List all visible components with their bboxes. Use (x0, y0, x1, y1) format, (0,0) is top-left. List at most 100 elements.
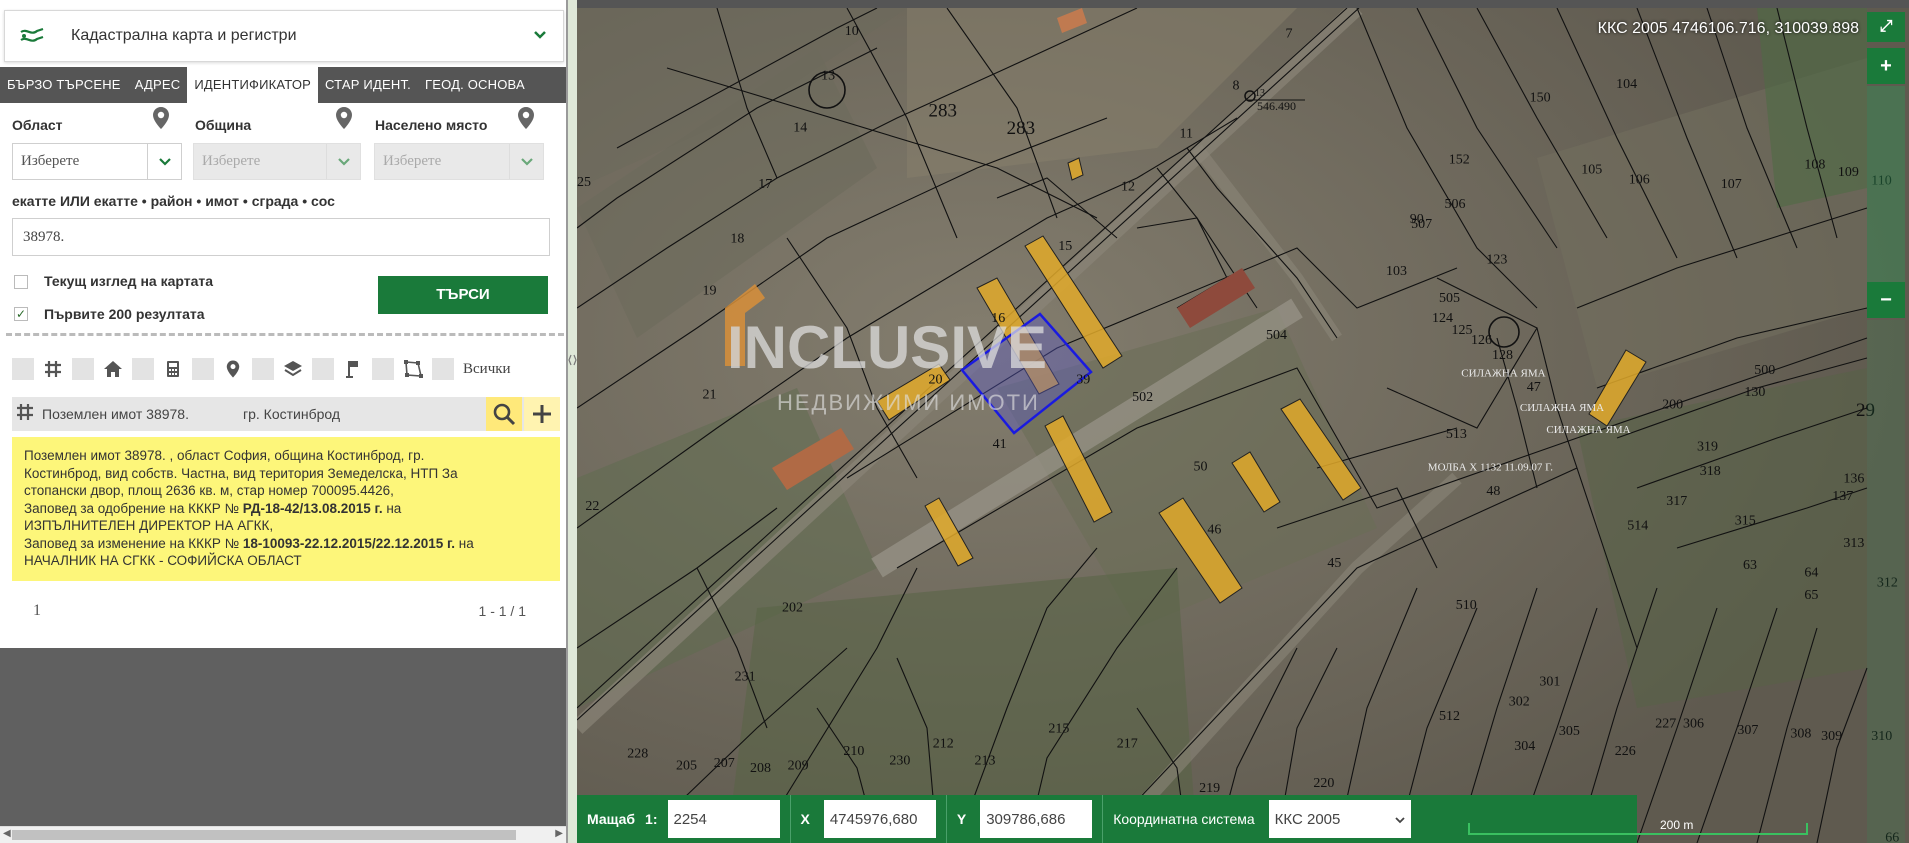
parcel-number-label: 213 (975, 754, 996, 769)
scroll-right-icon[interactable]: ▶ (555, 828, 563, 839)
naseleno-select[interactable]: Изберете (374, 143, 544, 180)
oblast-select[interactable]: Изберете (12, 143, 182, 180)
parcel-number-label: 13 (821, 68, 835, 83)
tab-address[interactable]: АДРЕС (128, 67, 188, 103)
tab-old-identifier[interactable]: СТАР ИДЕНТ. (318, 67, 418, 103)
y-coordinate-input[interactable]: 309786,686 (980, 800, 1093, 838)
y-label: Y (956, 811, 967, 827)
watermark-text: INCLUSIVE (727, 314, 1047, 381)
search-icon (493, 403, 516, 426)
parcel-number-label: 217 (1117, 736, 1138, 751)
grid-icon (39, 357, 67, 381)
oblast-label: Област (12, 117, 63, 133)
parcel-number-label: 202 (782, 600, 803, 615)
scroll-left-icon[interactable]: ◀ (3, 828, 11, 839)
app-header[interactable]: Кадастрална карта и регистри (4, 10, 564, 62)
fullscreen-icon[interactable]: ⤢ (1867, 12, 1905, 42)
zoom-out-button[interactable]: − (1867, 282, 1905, 318)
scrollbar-thumb[interactable] (12, 830, 516, 840)
crs-select[interactable]: ККС 2005 (1268, 800, 1411, 838)
result-title: Поземлен имот 38978. гр. Костинброд (42, 406, 341, 422)
building-label: МОЛБА Х 1132 11.09.07 Г. (1428, 461, 1553, 473)
identifier-input[interactable]: 38978. (12, 218, 550, 256)
first200-checkbox[interactable]: ✓ (14, 307, 28, 321)
parcel-number-label: 15 (1058, 239, 1072, 254)
parcel-number-label: 39 (1076, 373, 1090, 388)
polygon-icon (399, 357, 427, 381)
parcel-number-label: 315 (1735, 514, 1756, 529)
zoom-slider[interactable] (1867, 86, 1905, 282)
panel-splitter[interactable] (568, 0, 577, 843)
parcel-number-label: 210 (843, 744, 864, 759)
chevron-down-icon (509, 144, 543, 179)
layer-checkbox-calculator[interactable] (132, 358, 154, 380)
parcel-number-label: 103 (1386, 264, 1407, 279)
x-label: X (800, 811, 810, 827)
parcel-number-label: 108 (1804, 157, 1825, 172)
obshtina-select[interactable]: Изберете (193, 143, 361, 180)
divider (6, 333, 564, 336)
layer-checkbox-layers[interactable] (252, 358, 274, 380)
chevron-down-icon[interactable] (533, 27, 563, 45)
horizontal-scrollbar[interactable]: ◀ ▶ (0, 826, 566, 843)
parcel-number-label: 106 (1629, 172, 1650, 187)
parcel-number-label: 50 (1194, 459, 1208, 474)
parcel-number-label: 125 (1452, 323, 1473, 338)
parcel-number-label: 506 (1445, 197, 1466, 212)
parcel-number-label: 208 (750, 761, 771, 776)
zoom-to-result-button[interactable] (486, 397, 522, 431)
zoom-in-button[interactable]: + (1867, 48, 1905, 84)
building-label: СИЛАЖНА ЯМА (1520, 402, 1604, 414)
search-tabs: БЪРЗО ТЪРСЕНЕ АДРЕС ИДЕНТИФИКАТОР СТАР И… (0, 67, 566, 103)
tab-quick-search[interactable]: БЪРЗО ТЪРСЕНЕ (0, 67, 128, 103)
tab-identifier[interactable]: ИДЕНТИФИКАТОР (187, 67, 319, 103)
scale-bar-text: 200 m (1660, 818, 1694, 832)
current-view-checkbox[interactable] (14, 275, 28, 289)
layer-checkbox-home[interactable] (72, 358, 94, 380)
parcel-number-label: 226 (1615, 744, 1636, 759)
parcel-number-label: 301 (1539, 675, 1560, 690)
layer-checkbox-all[interactable] (432, 358, 454, 380)
map-pin-icon[interactable] (152, 106, 170, 130)
tab-geodetic-base[interactable]: ГЕОД. ОСНОВА (418, 67, 532, 103)
parcel-number-label: 507 (1411, 217, 1432, 232)
layer-checkbox-flag[interactable] (312, 358, 334, 380)
layer-checkbox-pin[interactable] (192, 358, 214, 380)
scale-label: Мащаб (587, 811, 636, 827)
search-button[interactable]: ТЪРСИ (378, 276, 548, 314)
parcel-number-label: 230 (889, 754, 910, 769)
parcel-number-label: 307 (1737, 723, 1758, 738)
parcel-number-label: 126 (1471, 333, 1492, 348)
map-view[interactable]: 546.490 13 10 7 13 283 8 14 283 11 150 104 152 105 1… (577, 8, 1909, 843)
x-coordinate-input[interactable]: 4745976,680 (823, 800, 936, 838)
parcel-number-label: 283 (1007, 118, 1036, 139)
parcel-number-label: 123 (1486, 253, 1507, 268)
survey-icon (19, 26, 47, 46)
page-number[interactable]: 1 (33, 602, 41, 620)
parcel-number-label: 137 (1832, 489, 1853, 504)
parcel-number-label: 219 (1199, 781, 1220, 796)
cadastral-map[interactable]: 546.490 13 10 713283814 283 111501041521051… (577, 8, 1909, 843)
layer-checkbox-polygon[interactable] (372, 358, 394, 380)
parcel-number-label: 504 (1266, 328, 1287, 343)
scale-input[interactable]: 2254 (667, 800, 780, 838)
crs-label: Координатна система (1113, 811, 1255, 827)
naseleno-label: Населено място (375, 117, 488, 133)
result-header[interactable]: Поземлен имот 38978. гр. Костинброд (12, 397, 560, 431)
map-pin-icon[interactable] (517, 106, 535, 130)
parcel-number-label: 41 (993, 437, 1007, 452)
parcel-number-label: 309 (1821, 729, 1842, 744)
parcel-number-label: 306 (1683, 717, 1704, 732)
parcel-info: Поземлен имот 38978. , област София, общ… (12, 437, 560, 581)
parcel-number-label: 502 (1132, 390, 1153, 405)
parcel-number-label: 45 (1327, 556, 1341, 571)
map-pin-icon[interactable] (335, 106, 353, 130)
parcel-number-label: 46 (1207, 522, 1221, 537)
parcel-number-label: 14 (793, 120, 807, 135)
parcel-number-label: 207 (714, 756, 735, 771)
layers-icon (279, 357, 307, 381)
parcel-number-label: 514 (1627, 519, 1648, 534)
building-label: СИЛАЖНА ЯМА (1461, 367, 1545, 379)
layer-checkbox-grid[interactable] (12, 358, 34, 380)
add-result-button[interactable] (524, 397, 560, 431)
